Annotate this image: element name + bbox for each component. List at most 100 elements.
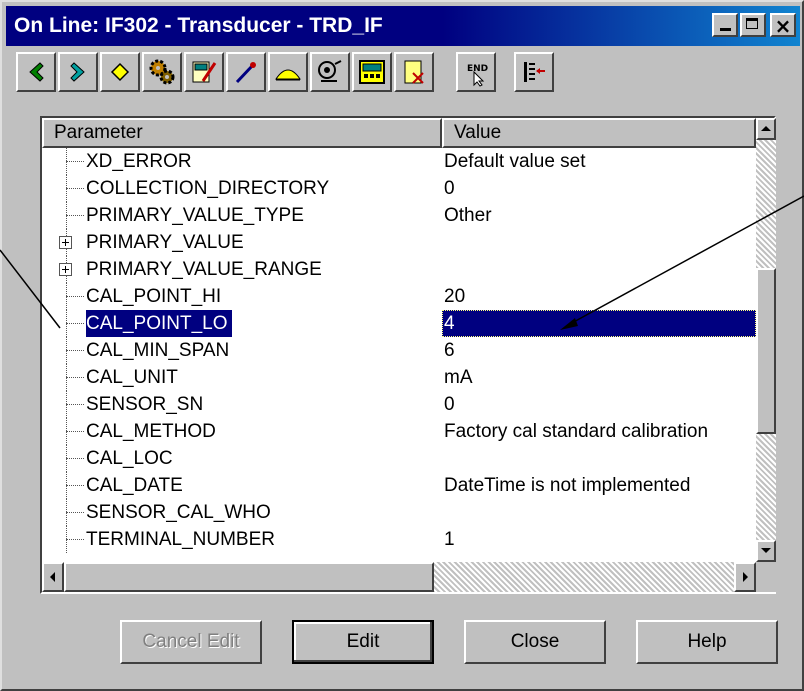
device-display-icon: [359, 60, 385, 84]
tree-branch: [66, 377, 84, 378]
scroll-right-button[interactable]: [734, 562, 756, 592]
parameter-name: XD_ERROR: [86, 151, 192, 172]
table-row[interactable]: CAL_POINT_HI 20: [42, 283, 756, 310]
scroll-left-button[interactable]: [42, 562, 64, 592]
table-row[interactable]: CAL_DATE DateTime is not implemented: [42, 472, 756, 499]
parameter-value: Other: [444, 205, 492, 226]
curve-button[interactable]: [268, 52, 308, 92]
gears-icon: [149, 59, 175, 85]
close-button[interactable]: Close: [464, 620, 606, 664]
vertical-scroll-thumb[interactable]: [756, 268, 776, 434]
parameter-name: CAL_POINT_LO: [86, 310, 232, 337]
tree-branch: [66, 404, 84, 405]
table-row[interactable]: CAL_LOC: [42, 445, 756, 472]
parameter-name: SENSOR_SN: [86, 394, 204, 415]
maximize-button[interactable]: [740, 13, 766, 37]
minimize-button[interactable]: [712, 13, 738, 37]
sensor-button[interactable]: [310, 52, 350, 92]
table-row[interactable]: XD_ERROR Default value set: [42, 148, 756, 175]
parameter-name: CAL_MIN_SPAN: [86, 340, 230, 361]
tree-branch: [66, 431, 84, 432]
table-row[interactable]: COLLECTION_DIRECTORY 0: [42, 175, 756, 202]
tree-branch: [66, 323, 84, 324]
parameter-name: TERMINAL_NUMBER: [86, 529, 275, 550]
calibrate-button[interactable]: [226, 52, 266, 92]
back-arrow-icon: [29, 62, 44, 82]
curve-icon: [275, 69, 301, 81]
parameter-value: mA: [444, 367, 473, 388]
horizontal-scrollbar[interactable]: [42, 562, 756, 592]
arrow-down-icon: [761, 548, 771, 553]
tree-branch: [66, 161, 84, 162]
forward-arrow-icon: [70, 62, 85, 82]
document-button[interactable]: [394, 52, 434, 92]
list-insert-button[interactable]: [514, 52, 554, 92]
device-display-button[interactable]: [352, 52, 392, 92]
close-window-button[interactable]: ×: [770, 13, 796, 38]
table-row[interactable]: CAL_UNIT mA: [42, 364, 756, 391]
svg-text:END: END: [467, 64, 488, 74]
table-row[interactable]: PRIMARY_VALUE_RANGE: [42, 256, 756, 283]
scroll-up-button[interactable]: [756, 118, 776, 140]
tree-branch: [66, 485, 84, 486]
tree-branch: [66, 296, 84, 297]
scroll-down-button[interactable]: [756, 540, 776, 562]
sensor-icon: [318, 60, 342, 82]
table-row[interactable]: TERMINAL_NUMBER 1: [42, 526, 756, 553]
cancel-edit-button[interactable]: Cancel Edit: [120, 620, 262, 664]
expand-plus-icon[interactable]: [59, 236, 72, 249]
vertical-scrollbar[interactable]: [756, 118, 776, 562]
table-row[interactable]: SENSOR_CAL_WHO: [42, 499, 756, 526]
horizontal-scroll-thumb[interactable]: [64, 562, 434, 592]
window-title: On Line: IF302 - Transducer - TRD_IF: [14, 14, 383, 37]
parameter-value: Default value set: [444, 151, 586, 172]
parameter-name: COLLECTION_DIRECTORY: [86, 178, 330, 199]
parameter-value: 1: [444, 529, 455, 550]
edit-button[interactable]: Edit: [292, 620, 434, 664]
table-row[interactable]: SENSOR_SN 0: [42, 391, 756, 418]
maximize-icon: [746, 18, 758, 29]
forward-button[interactable]: [58, 52, 98, 92]
close-icon: ×: [774, 14, 792, 38]
end-button[interactable]: END: [456, 52, 496, 92]
meter-edit-icon: [192, 61, 217, 83]
parameter-value: 0: [444, 178, 455, 199]
table-row[interactable]: CAL_MIN_SPAN 6: [42, 337, 756, 364]
document-icon: [404, 60, 424, 84]
back-button[interactable]: [16, 52, 56, 92]
table-row[interactable]: CAL_METHOD Factory cal standard calibrati…: [42, 418, 756, 445]
arrow-up-icon: [761, 126, 771, 131]
calibrate-icon: [235, 62, 256, 84]
meter-edit-button[interactable]: [184, 52, 224, 92]
list-insert-icon: [524, 62, 545, 82]
toolbar: END: [16, 52, 796, 108]
expand-plus-icon[interactable]: [59, 263, 72, 276]
tree-branch: [66, 188, 84, 189]
table-row[interactable]: CAL_POINT_LO 4: [42, 310, 756, 337]
arrow-right-icon: [743, 572, 748, 582]
parameter-name: CAL_DATE: [86, 475, 183, 496]
list-header: Parameter Value: [42, 118, 756, 148]
parameter-value: Factory cal standard calibration: [444, 421, 709, 442]
list-rows: XD_ERROR Default value set COLLECTION_DIRE…: [42, 148, 756, 562]
title-bar[interactable]: On Line: IF302 - Transducer - TRD_IF ×: [6, 6, 800, 46]
parameter-name: CAL_LOC: [86, 448, 173, 469]
dialog-window: On Line: IF302 - Transducer - TRD_IF × E…: [0, 0, 804, 691]
tree-branch: [66, 512, 84, 513]
parameter-name: PRIMARY_VALUE_TYPE: [86, 205, 304, 226]
tree-branch: [66, 458, 84, 459]
table-row[interactable]: PRIMARY_VALUE: [42, 229, 756, 256]
column-header-parameter[interactable]: Parameter: [42, 118, 442, 148]
column-header-value[interactable]: Value: [442, 118, 756, 148]
tree-branch: [66, 215, 84, 216]
minimize-icon: [720, 28, 731, 31]
parameter-value: 20: [444, 286, 466, 307]
scroll-corner: [756, 562, 776, 592]
table-row[interactable]: PRIMARY_VALUE_TYPE Other: [42, 202, 756, 229]
selected-value-highlight: [442, 310, 756, 337]
help-button[interactable]: Help: [636, 620, 778, 664]
diamond-button[interactable]: [100, 52, 140, 92]
gears-button[interactable]: [142, 52, 182, 92]
parameter-value: 0: [444, 394, 455, 415]
parameter-list[interactable]: Parameter Value XD_ERROR Default value se…: [40, 116, 776, 594]
